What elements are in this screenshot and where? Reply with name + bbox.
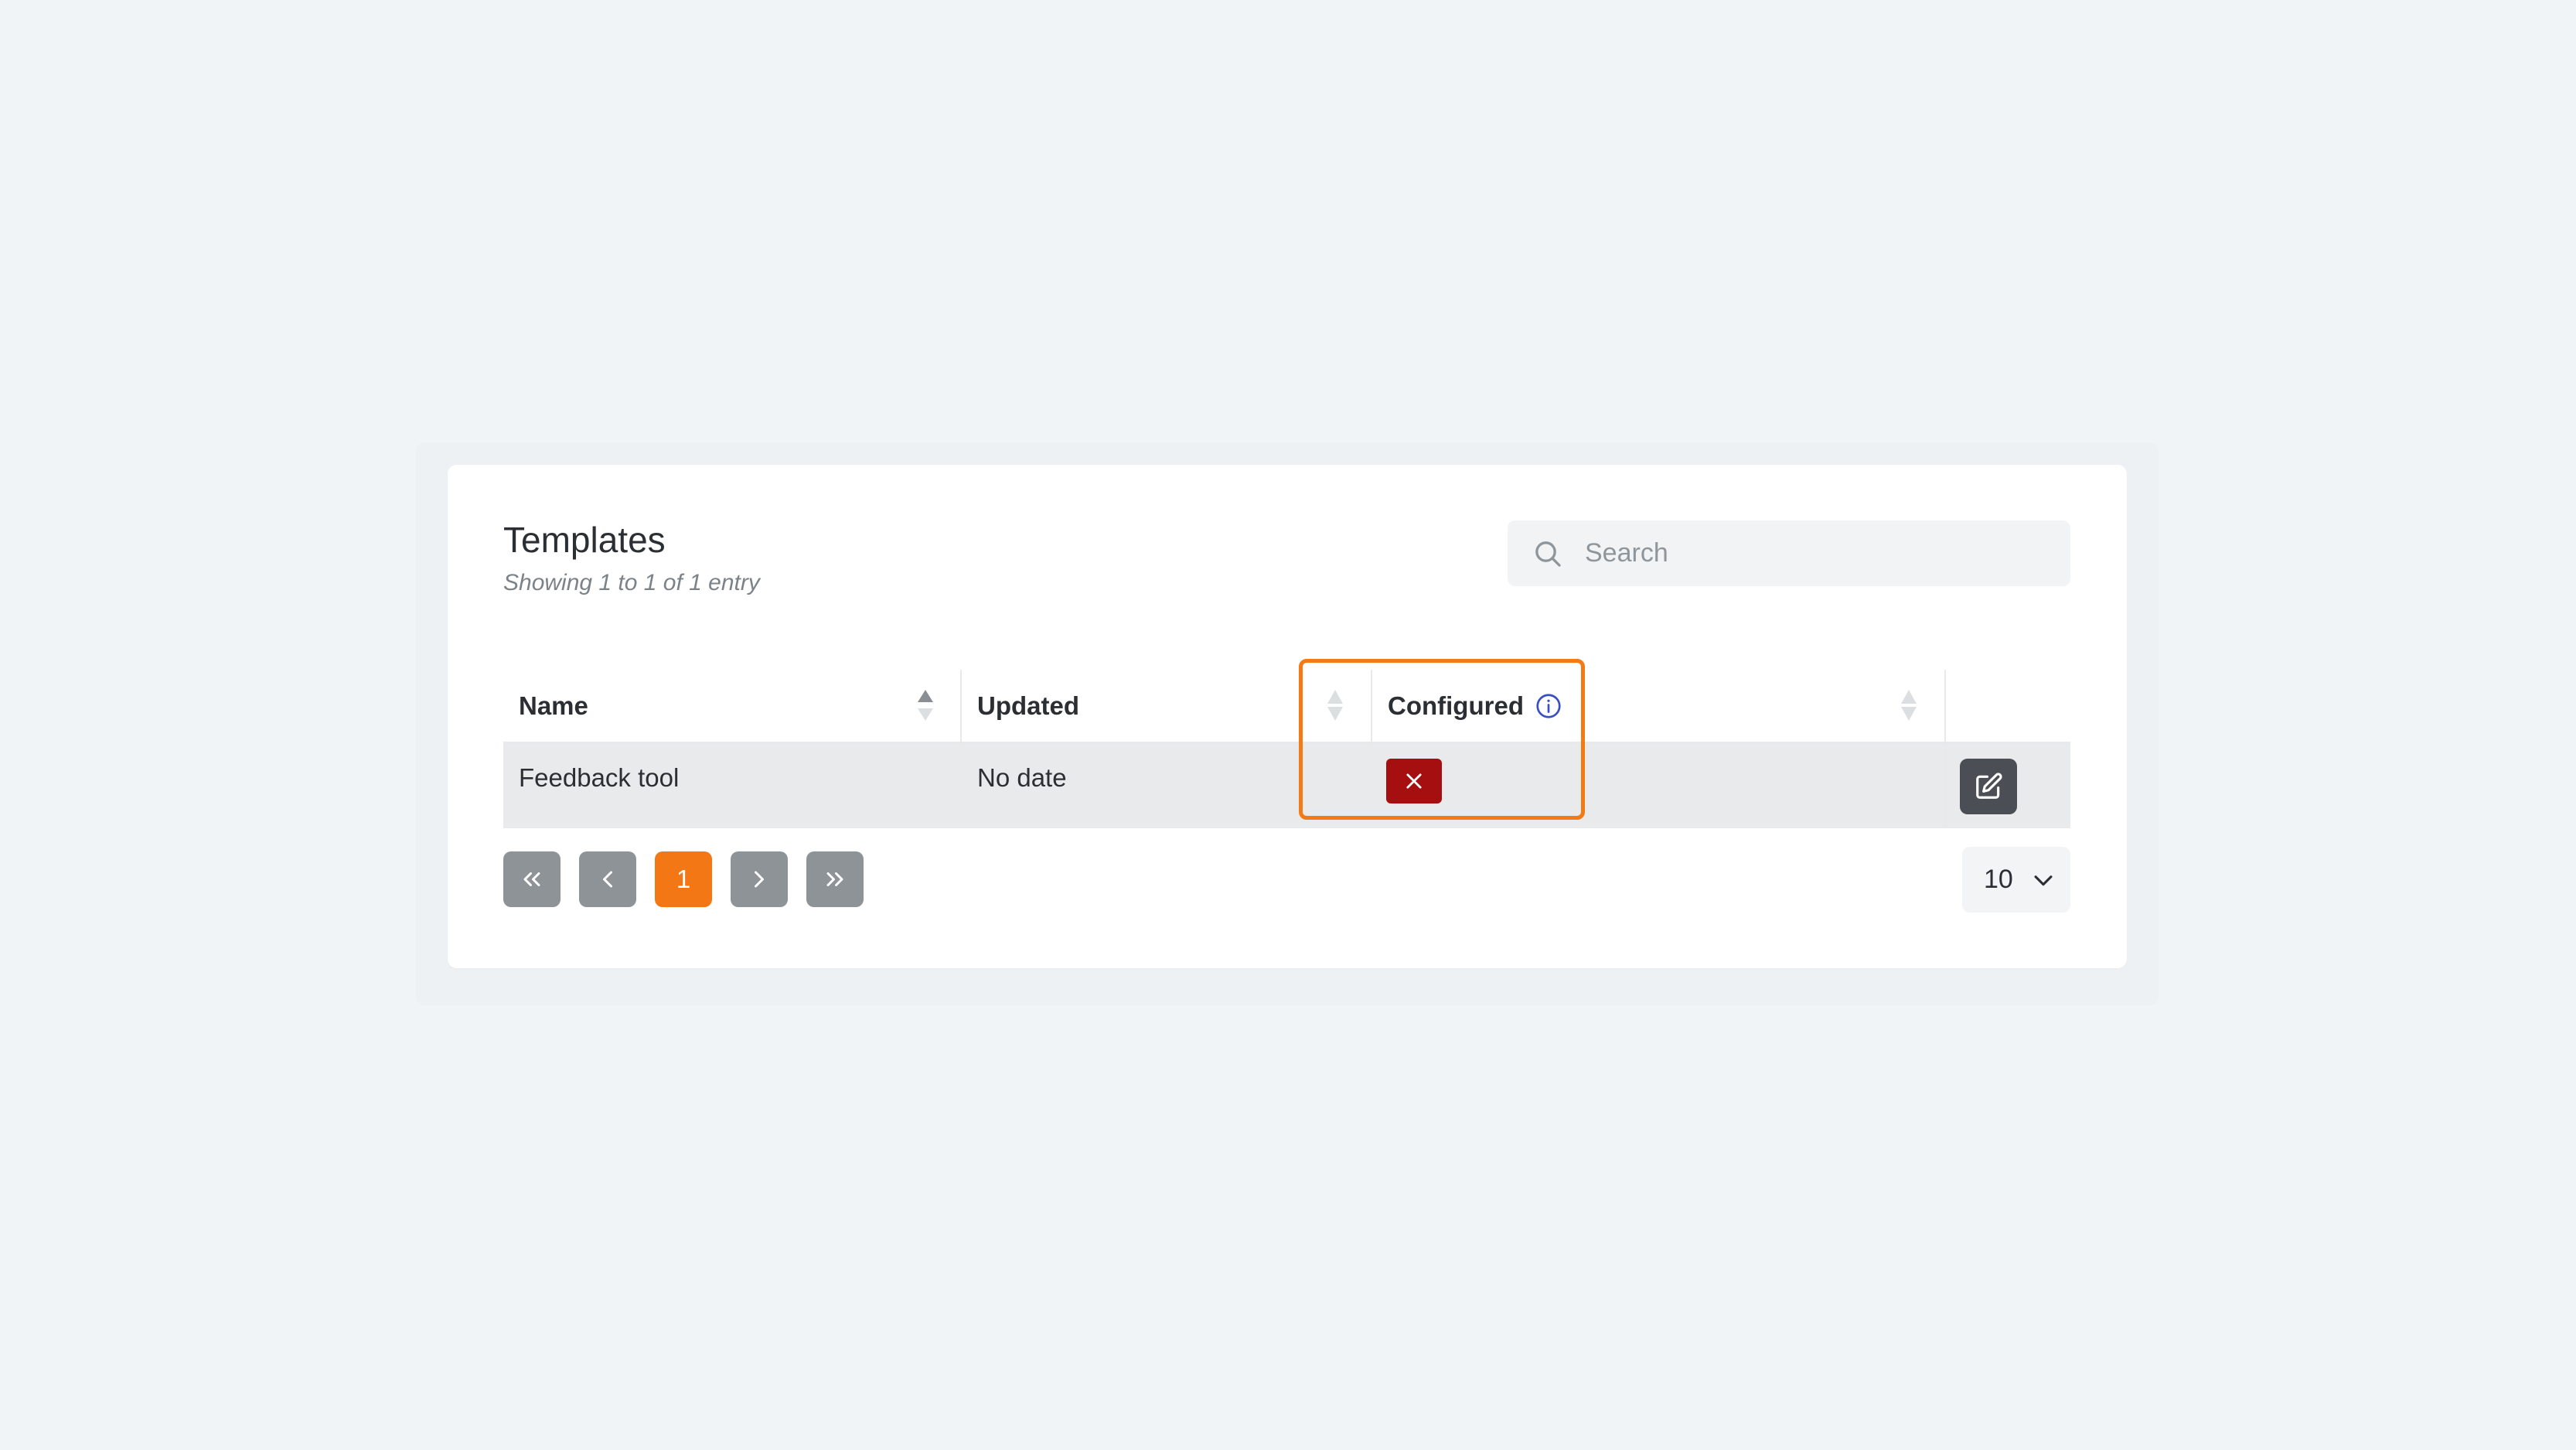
edit-button[interactable] bbox=[1960, 759, 2017, 814]
page-title: Templates bbox=[503, 520, 666, 560]
previous-page-button[interactable] bbox=[579, 851, 636, 907]
chevrons-right-icon bbox=[826, 872, 843, 886]
sort-ascending-icon[interactable] bbox=[916, 688, 935, 722]
chevron-down-icon bbox=[2034, 875, 2053, 885]
last-page-button[interactable] bbox=[806, 851, 864, 907]
page-button-current[interactable]: 1 bbox=[655, 851, 712, 907]
table-row: Feedback tool No date bbox=[503, 743, 2070, 828]
cell-updated: No date bbox=[977, 763, 1067, 792]
page-size-select[interactable]: 10 bbox=[1962, 847, 2070, 913]
column-header-updated[interactable]: Updated bbox=[962, 670, 1371, 742]
close-icon bbox=[1406, 773, 1422, 789]
chevron-right-icon bbox=[755, 871, 764, 888]
column-header-name[interactable]: Name bbox=[503, 670, 961, 742]
column-header-configured[interactable]: Configured bbox=[1372, 670, 1946, 742]
templates-table: Name Updated Configured Feedback tool No… bbox=[503, 670, 2070, 828]
pagination: 1 bbox=[503, 851, 864, 907]
sort-unsorted-icon[interactable] bbox=[1900, 688, 1918, 722]
column-divider bbox=[1944, 743, 1946, 828]
column-header-label: Name bbox=[519, 691, 588, 720]
info-icon[interactable] bbox=[1535, 692, 1562, 720]
page-size-value: 10 bbox=[1984, 865, 2013, 894]
column-header-label: Updated bbox=[977, 691, 1079, 720]
entry-count-text: Showing 1 to 1 of 1 entry bbox=[503, 570, 760, 595]
search-box[interactable] bbox=[1508, 520, 2070, 586]
next-page-button[interactable] bbox=[731, 851, 788, 907]
cell-name: Feedback tool bbox=[519, 763, 680, 792]
chevron-left-icon bbox=[603, 871, 612, 888]
edit-icon bbox=[1976, 773, 2002, 799]
sort-unsorted-icon[interactable] bbox=[1326, 688, 1344, 722]
search-input[interactable] bbox=[1583, 537, 2050, 569]
table-header: Name Updated Configured bbox=[503, 670, 2070, 827]
chevrons-left-icon bbox=[523, 872, 540, 886]
column-header-label: Configured bbox=[1388, 691, 1524, 720]
search-icon bbox=[1535, 541, 1561, 567]
not-configured-badge bbox=[1386, 759, 1442, 803]
column-divider bbox=[1944, 670, 1946, 742]
first-page-button[interactable] bbox=[503, 851, 561, 907]
